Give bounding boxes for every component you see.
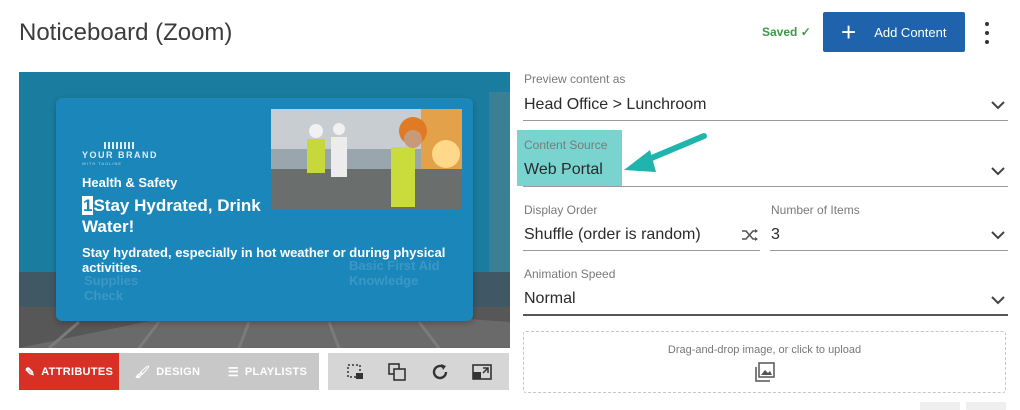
slide-body: Stay hydrated, especially in hot weather… [82, 245, 446, 275]
saved-status: Saved ✓ [762, 25, 811, 39]
number-of-items-label: Number of Items [771, 203, 860, 217]
partial-button[interactable] [920, 402, 960, 410]
display-order-select[interactable]: Shuffle (order is random) [524, 226, 701, 244]
image-icon [755, 362, 775, 382]
display-order-label: Display Order [524, 203, 598, 217]
animation-speed-select[interactable]: Normal [524, 290, 576, 308]
resize-icon[interactable] [471, 361, 493, 383]
noticeboard-editor: Noticeboard (Zoom) Saved ✓ + Add Content [0, 0, 1020, 410]
list-icon: ☰ [227, 364, 239, 379]
saved-label: Saved [762, 25, 798, 39]
dropzone-text: Drag-and-drop image, or click to upload [667, 344, 862, 356]
tab-design[interactable]: 🖌 DESIGN [119, 353, 216, 390]
ghost-text-left: Supplies Check [84, 273, 139, 303]
chevron-down-icon[interactable] [991, 100, 1005, 110]
page-title: Noticeboard (Zoom) [19, 19, 233, 46]
number-of-items-select[interactable]: 3 [771, 226, 780, 244]
refresh-icon[interactable] [429, 361, 451, 383]
content-preview[interactable]: YOUR BRAND WITH TAGLINE Health & Safety … [19, 72, 510, 348]
animation-speed-label: Animation Speed [524, 267, 616, 281]
check-icon: ✓ [800, 25, 811, 39]
crop-icon[interactable] [344, 361, 366, 383]
animation-speed-underline [523, 314, 1008, 316]
shuffle-icon[interactable] [741, 228, 759, 242]
workers-photo [271, 109, 462, 210]
preview-toolbar [328, 353, 509, 390]
chevron-down-icon[interactable] [991, 166, 1005, 176]
edit-icon: ✎ [24, 364, 36, 379]
add-content-button[interactable]: + Add Content [823, 12, 965, 52]
layers-icon[interactable] [386, 361, 408, 383]
slide-headline-text: Stay Hydrated, Drink Water! [82, 196, 261, 236]
slide-number: 1 [82, 196, 94, 215]
tab-playlists-label: PLAYLISTS [244, 365, 308, 378]
brush-icon: 🖌 [134, 364, 151, 379]
number-of-items-underline [770, 250, 1008, 251]
add-content-label: Add Content [874, 24, 947, 40]
more-options-icon[interactable] [979, 20, 995, 46]
annotation-arrow-icon [624, 133, 707, 172]
plus-icon: + [841, 17, 857, 47]
brand-name: YOUR BRAND [82, 150, 159, 160]
chevron-down-icon[interactable] [991, 230, 1005, 240]
slide-category: Health & Safety [82, 175, 178, 190]
slide-card: YOUR BRAND WITH TAGLINE Health & Safety … [56, 98, 473, 321]
tab-playlists[interactable]: ☰ PLAYLISTS [216, 353, 319, 390]
preview-as-underline [523, 120, 1008, 121]
tab-attributes[interactable]: ✎ ATTRIBUTES [19, 353, 119, 390]
content-source-label: Content Source [524, 138, 608, 152]
display-order-underline [523, 250, 760, 251]
editor-tabs: ✎ ATTRIBUTES 🖌 DESIGN ☰ PLAYLISTS [19, 353, 319, 390]
content-source-select[interactable]: Web Portal [524, 161, 603, 179]
content-source-underline [523, 186, 1008, 187]
tab-design-label: DESIGN [156, 365, 201, 378]
preview-as-select[interactable]: Head Office > Lunchroom [524, 96, 706, 114]
partial-button[interactable] [966, 402, 1006, 410]
preview-as-label: Preview content as [524, 72, 626, 86]
brand-tagline: WITH TAGLINE [82, 161, 123, 166]
brand-logo-icon [104, 142, 134, 149]
tab-attributes-label: ATTRIBUTES [41, 365, 114, 378]
image-upload-dropzone[interactable]: Drag-and-drop image, or click to upload [523, 331, 1006, 393]
slide-headline: 1Stay Hydrated, Drink Water! [82, 195, 282, 237]
chevron-down-icon[interactable] [991, 295, 1005, 305]
